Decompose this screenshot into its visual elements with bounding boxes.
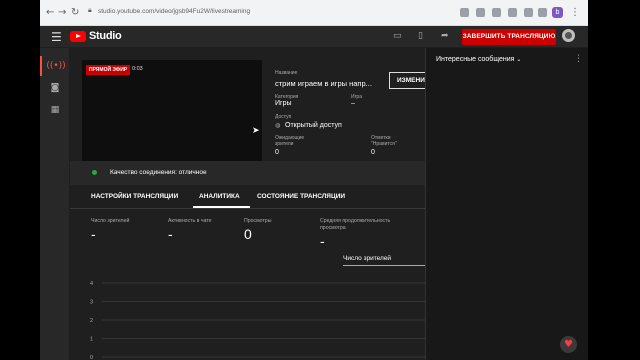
chat-title: Интересные сообщения: [436, 56, 515, 63]
browser-profile-avatar[interactable]: b: [552, 7, 563, 18]
extension-icon[interactable]: [492, 8, 501, 17]
left-sidebar: ((•)) ◙ ▦: [40, 48, 70, 360]
title-value: стрим играем в игры напр...: [275, 79, 372, 88]
forward-icon[interactable]: →: [58, 7, 66, 18]
avatar[interactable]: [562, 29, 575, 42]
logo-text: Studio: [89, 30, 122, 42]
connection-status: Качество соединения: отличное: [70, 161, 425, 185]
metric-label: Просмотры: [244, 218, 272, 224]
share-icon[interactable]: ➦: [441, 31, 449, 41]
studio-logo[interactable]: Studio: [70, 30, 122, 42]
popout-icon[interactable]: ▭: [393, 31, 402, 41]
metric-label: Средняя продолжительность: [320, 218, 391, 224]
more-options-icon[interactable]: ⋮: [574, 54, 583, 64]
extension-icon[interactable]: [460, 8, 469, 17]
metric-label: просмотра: [320, 225, 346, 231]
studio-header: ☰ Studio ▭ ▯ ➦ ЗАВЕРШИТЬ ТРАНСЛЯЦИЮ: [40, 26, 588, 48]
viewers-chart: 4 3 2 1 0: [90, 281, 425, 360]
title-label: Название: [275, 70, 298, 76]
bookmark-icon[interactable]: ▯: [418, 31, 423, 41]
likes-value: 0: [371, 149, 375, 156]
metric-label: Число зрителей: [91, 218, 130, 224]
bookmark-icon[interactable]: [538, 8, 547, 17]
chevron-down-icon: ⌄: [516, 56, 522, 63]
y-tick-label: 3: [90, 300, 93, 306]
access-value: Открытый доступ: [285, 122, 342, 129]
lock-icon[interactable]: 🔒︎: [88, 7, 92, 15]
reload-icon[interactable]: ↻: [71, 7, 79, 18]
extension-icon[interactable]: [524, 8, 533, 17]
category-value: Игры: [275, 100, 292, 107]
metric-label: Активность в чате: [168, 218, 212, 224]
extension-icon[interactable]: [508, 8, 517, 17]
youtube-logo-icon: [70, 30, 86, 42]
camera-icon[interactable]: ◙: [40, 78, 70, 98]
live-badge: ПРЯМОЙ ЭФИР: [86, 65, 131, 75]
y-tick-label: 1: [90, 337, 93, 343]
chat-filter-dropdown[interactable]: Интересные сообщения ⌄: [436, 56, 521, 63]
globe-icon: ◍: [275, 122, 281, 129]
connection-status-text: Качество соединения: отличное: [110, 169, 207, 176]
waiting-viewers-label: зрители: [275, 141, 294, 147]
elapsed-time: 0:03: [132, 66, 143, 72]
heart-icon[interactable]: ♥: [560, 336, 577, 353]
metric-value: -: [168, 226, 173, 242]
url-text[interactable]: studio.youtube.com/video/jgsb94Fu2W/live…: [98, 8, 250, 15]
y-tick-label: 4: [90, 281, 93, 287]
back-icon[interactable]: ←: [46, 7, 54, 18]
calendar-icon[interactable]: ▦: [40, 100, 70, 120]
menu-icon[interactable]: ☰: [51, 30, 62, 44]
browser-window: ← → ↻ 🔒︎ studio.youtube.com/video/jgsb94…: [40, 0, 588, 360]
game-value: –: [351, 100, 355, 107]
status-dot-icon: [92, 170, 97, 175]
chart-metric-dropdown[interactable]: Число зрителей: [343, 251, 438, 266]
mouse-cursor-icon: ➤: [252, 125, 260, 135]
access-label: Доступ: [275, 114, 292, 120]
chat-panel: Интересные сообщения ⌄ ⋮ ♥: [425, 48, 588, 360]
tab-analytics[interactable]: АНАЛИТИКА: [199, 193, 240, 200]
y-tick-label: 2: [90, 318, 93, 324]
y-tick-label: 0: [90, 355, 93, 360]
live-stream-icon[interactable]: ((•)): [40, 56, 70, 76]
end-stream-button[interactable]: ЗАВЕРШИТЬ ТРАНСЛЯЦИЮ: [462, 29, 556, 45]
metric-value: -: [320, 233, 325, 249]
tab-stream-settings[interactable]: НАСТРОЙКИ ТРАНСЛЯЦИИ: [91, 193, 178, 200]
main-content: ПРЯМОЙ ЭФИР 0:03 ➤ Название стрим играем…: [70, 48, 439, 360]
stream-preview[interactable]: [82, 60, 262, 162]
metric-value: 0: [244, 226, 252, 242]
active-tab-indicator: [193, 206, 250, 208]
likes-label: "Нравится": [371, 141, 397, 147]
extension-icon[interactable]: [476, 8, 485, 17]
browser-menu-icon[interactable]: ⋮: [570, 7, 580, 18]
address-bar: ← → ↻ 🔒︎ studio.youtube.com/video/jgsb94…: [40, 0, 588, 26]
waiting-viewers-value: 0: [275, 149, 279, 156]
metric-value: -: [91, 226, 96, 242]
tab-stream-health[interactable]: СОСТОЯНИЕ ТРАНСЛЯЦИИ: [257, 193, 345, 200]
